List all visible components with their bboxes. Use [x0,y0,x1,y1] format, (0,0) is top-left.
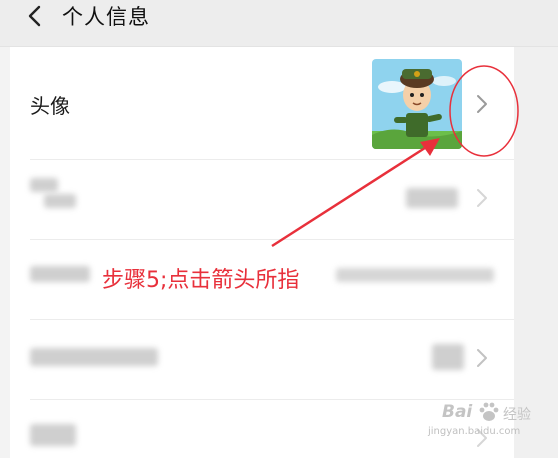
right-margin [514,0,558,458]
qr-code-row[interactable] [10,320,514,400]
chevron-right-icon[interactable] [476,348,488,368]
avatar-image [372,59,462,149]
blurred-value [336,268,494,282]
nav-bar: 个人信息 [0,0,558,47]
paw-icon [479,402,499,421]
chevron-right-icon[interactable] [476,188,488,208]
chevron-right-icon[interactable] [476,94,488,114]
page-title: 个人信息 [62,5,150,29]
blurred-value [406,188,458,208]
avatar[interactable] [372,59,462,149]
watermark-suffix: 经验 [503,407,531,423]
watermark-brand: Bai [442,402,473,422]
watermark: Bai 经验 jingyan.baidu.com [420,398,540,450]
annotation-text: 步骤5;点击箭头所指 [102,268,300,293]
chevron-left-icon[interactable] [24,4,48,28]
blurred-label [30,178,58,192]
blurred-label [44,194,76,208]
row-label-avatar: 头像 [30,94,70,118]
name-row[interactable] [10,160,514,240]
avatar-row[interactable]: 头像 [10,47,514,160]
blurred-label [30,424,76,446]
blurred-value [432,344,464,370]
blurred-label [30,348,158,366]
profile-list: 头像 [10,47,514,458]
screen: 个人信息 头像 步骤5;点击箭头所指 Bai 经验 jingyan.baidu.… [0,0,558,458]
watermark-url: jingyan.baidu.com [428,426,521,437]
blurred-label [30,266,90,282]
left-margin [0,0,10,458]
